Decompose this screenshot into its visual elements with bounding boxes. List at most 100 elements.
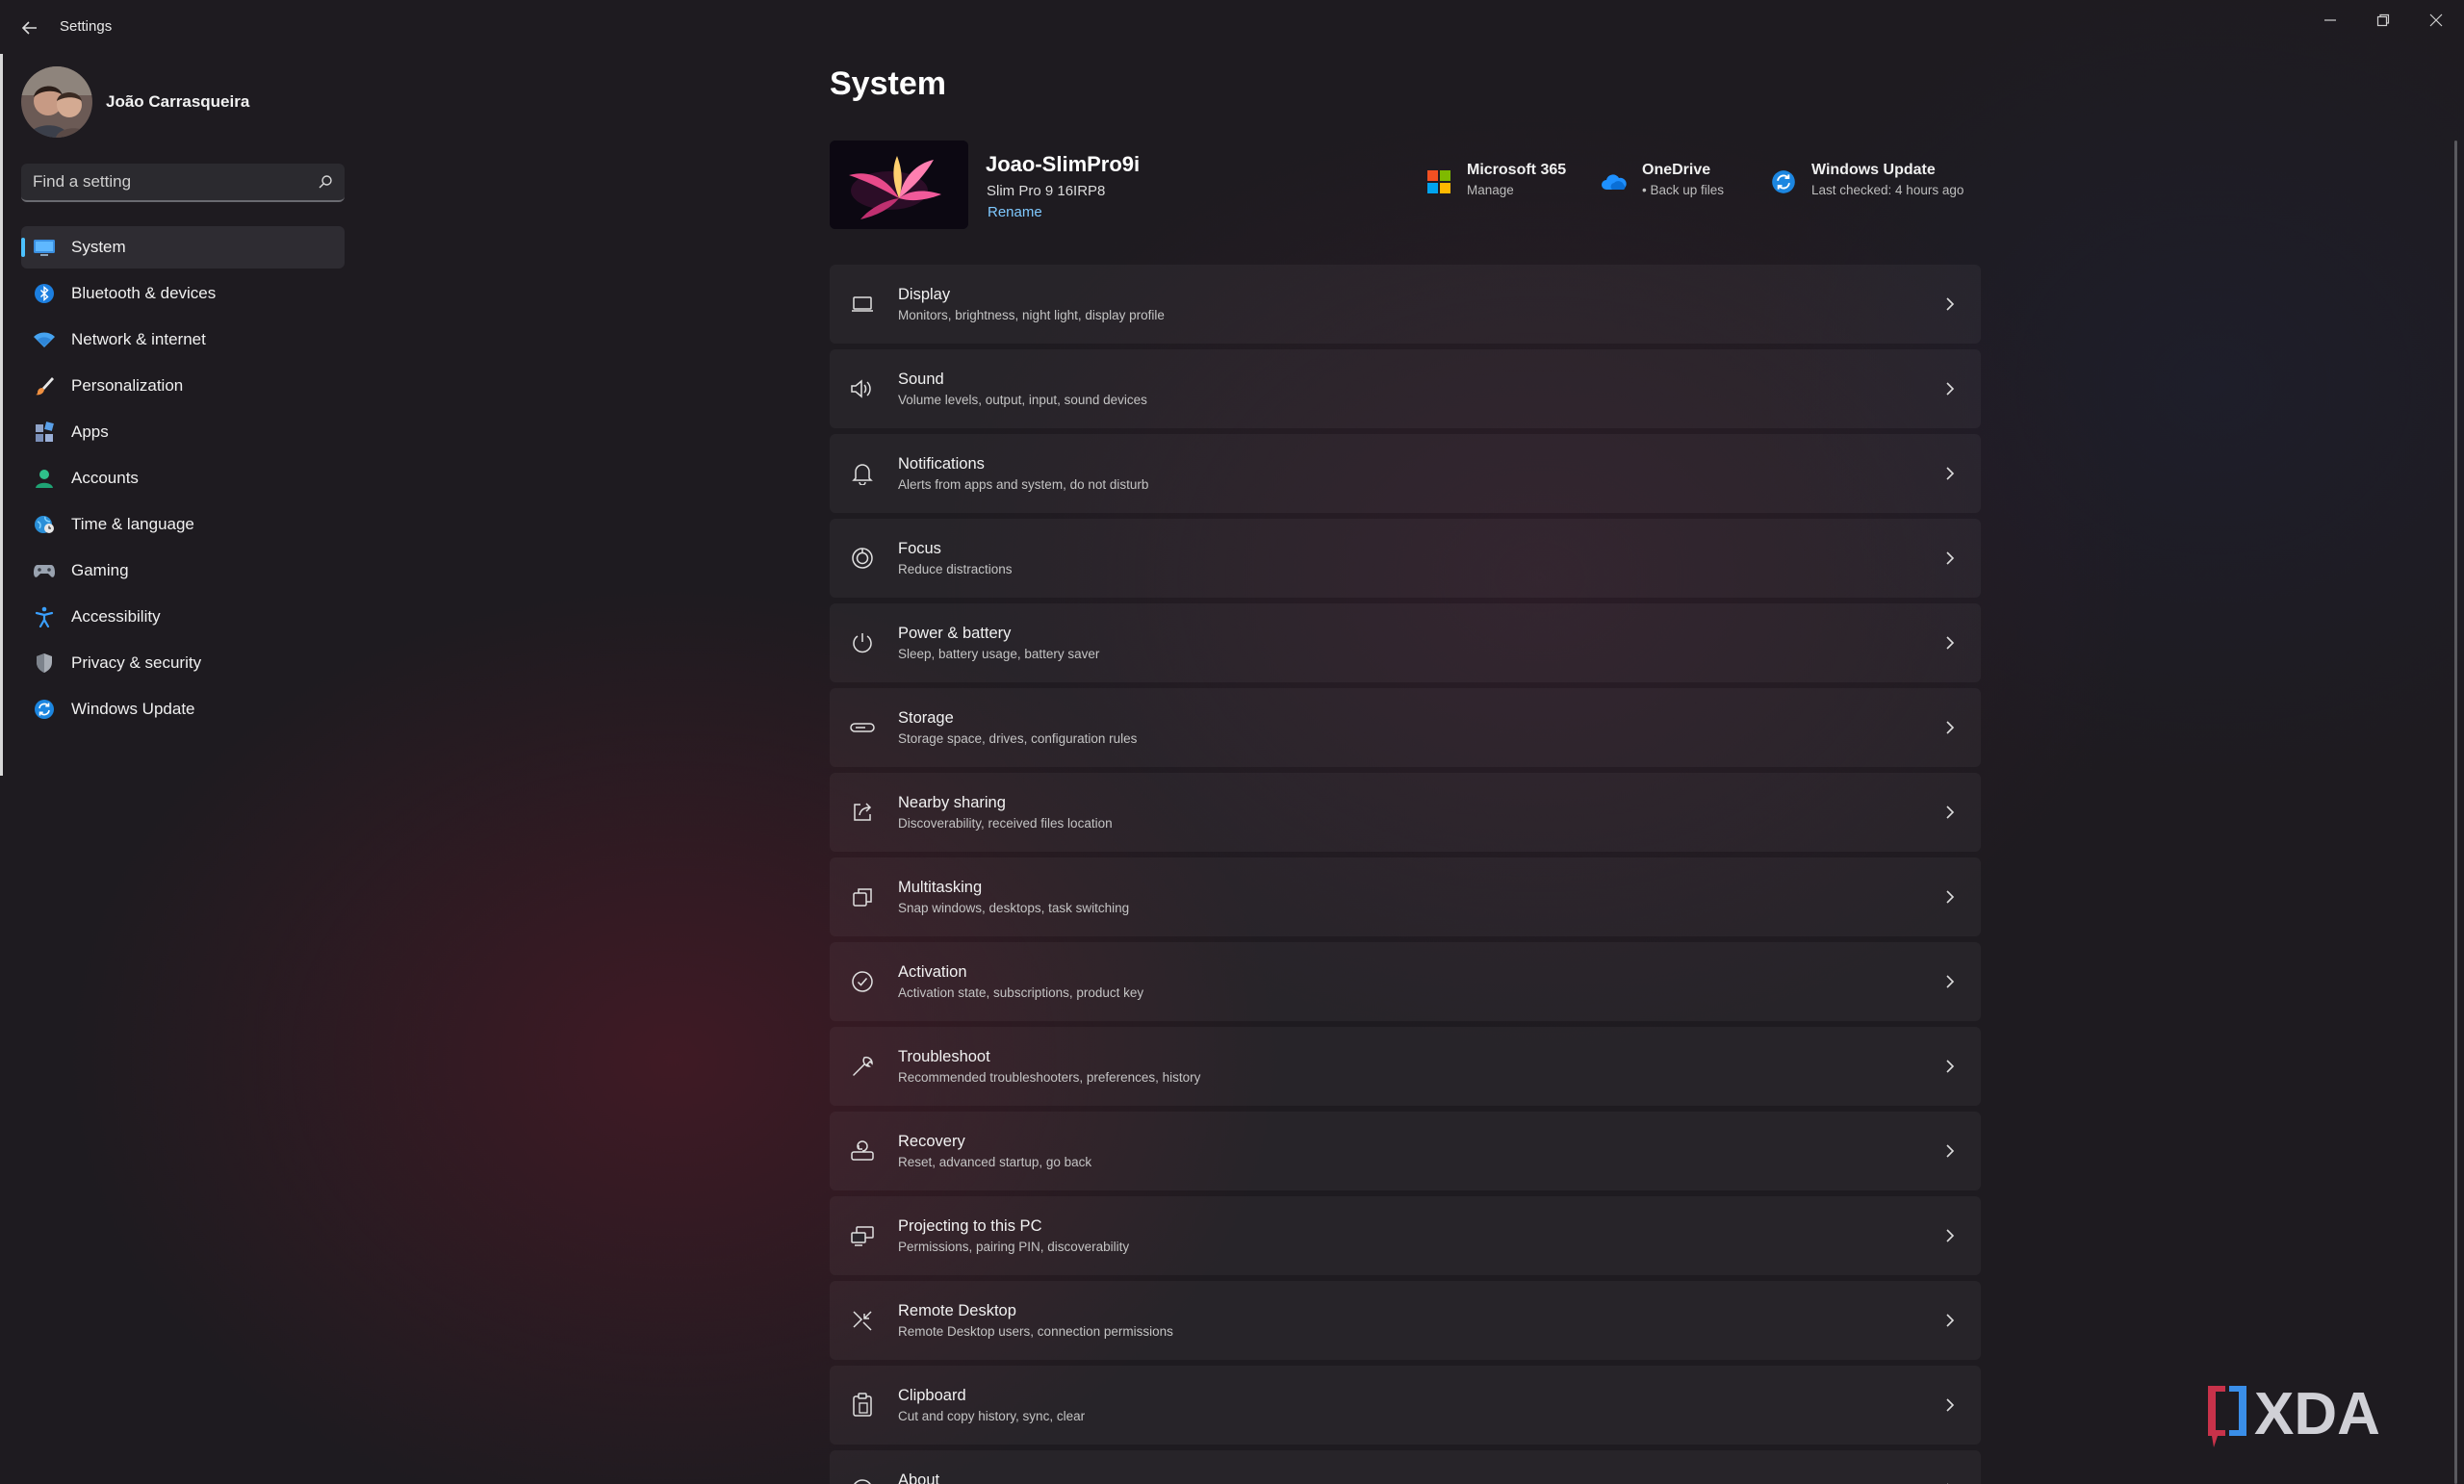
sidebar-item-label: Accessibility xyxy=(71,607,161,626)
row-title: Storage xyxy=(898,709,954,727)
settings-row-focus[interactable]: Focus Reduce distractions xyxy=(830,519,1981,598)
chevron-right-icon xyxy=(1940,1224,1960,1247)
back-button[interactable] xyxy=(13,12,46,44)
sidebar-item-bluetooth[interactable]: Bluetooth & devices xyxy=(21,272,345,315)
speaker-icon xyxy=(849,375,876,402)
onedrive-tile[interactable]: OneDrive • Back up files xyxy=(1600,162,1724,197)
chevron-right-icon xyxy=(1940,631,1960,654)
settings-row-troubleshoot[interactable]: Troubleshoot Recommended troubleshooters… xyxy=(830,1027,1981,1106)
settings-row-display[interactable]: Display Monitors, brightness, night ligh… xyxy=(830,265,1981,344)
settings-row-storage[interactable]: Storage Storage space, drives, configura… xyxy=(830,688,1981,767)
onedrive-icon xyxy=(1600,167,1629,196)
storage-icon xyxy=(849,714,876,741)
check-circle-icon xyxy=(849,968,876,995)
row-subtitle: Reset, advanced startup, go back xyxy=(898,1155,1092,1169)
chevron-right-icon xyxy=(1940,377,1960,400)
gamepad-icon xyxy=(33,559,56,582)
sidebar-item-apps[interactable]: Apps xyxy=(21,411,345,453)
sidebar-item-label: Gaming xyxy=(71,561,129,579)
settings-row-nearby-sharing[interactable]: Nearby sharing Discoverability, received… xyxy=(830,773,1981,852)
update-icon xyxy=(33,698,56,721)
settings-row-recovery[interactable]: Recovery Reset, advanced startup, go bac… xyxy=(830,1112,1981,1190)
windows-update-tile[interactable]: Windows Update Last checked: 4 hours ago xyxy=(1769,162,1964,197)
quick-title: OneDrive xyxy=(1642,162,1711,178)
sidebar-item-label: Privacy & security xyxy=(71,653,202,672)
sidebar-item-privacy[interactable]: Privacy & security xyxy=(21,642,345,684)
scrollbar[interactable] xyxy=(2454,141,2457,1484)
restore-button[interactable] xyxy=(2357,4,2409,37)
quick-title: Windows Update xyxy=(1811,162,1936,178)
quick-sub: Last checked: 4 hours ago xyxy=(1811,183,1964,197)
settings-row-about[interactable]: About xyxy=(830,1450,1981,1484)
minimize-button[interactable] xyxy=(2304,4,2356,37)
minimize-icon xyxy=(2324,19,2336,21)
apps-icon xyxy=(33,421,56,444)
sidebar-item-label: Apps xyxy=(71,422,109,441)
search-icon xyxy=(319,175,332,189)
quick-sub: Manage xyxy=(1467,183,1514,197)
device-info: Joao-SlimPro9i Slim Pro 9 16IRP8 Rename … xyxy=(830,141,1981,229)
quick-title: Microsoft 365 xyxy=(1467,162,1567,178)
sidebar-nav: System Bluetooth & devices Network & int… xyxy=(21,226,345,734)
shield-icon xyxy=(33,652,56,675)
settings-row-notifications[interactable]: Notifications Alerts from apps and syste… xyxy=(830,434,1981,513)
settings-row-projecting[interactable]: Projecting to this PC Permissions, pairi… xyxy=(830,1196,1981,1275)
row-subtitle: Sleep, battery usage, battery saver xyxy=(898,647,1100,661)
display-icon xyxy=(849,291,876,318)
restore-icon xyxy=(2376,13,2390,27)
update-icon xyxy=(1769,167,1798,196)
app-title: Settings xyxy=(60,18,113,35)
sidebar-item-gaming[interactable]: Gaming xyxy=(21,550,345,592)
row-subtitle: Reduce distractions xyxy=(898,562,1013,576)
settings-row-sound[interactable]: Sound Volume levels, output, input, soun… xyxy=(830,349,1981,428)
sidebar-item-system[interactable]: System xyxy=(21,226,345,269)
globe-clock-icon xyxy=(33,513,56,536)
monitor-icon xyxy=(33,236,56,259)
chevron-right-icon xyxy=(1940,547,1960,570)
sidebar-item-network[interactable]: Network & internet xyxy=(21,319,345,361)
chevron-right-icon xyxy=(1940,885,1960,908)
row-subtitle: Storage space, drives, configuration rul… xyxy=(898,731,1138,746)
row-subtitle: Recommended troubleshooters, preferences… xyxy=(898,1070,1201,1085)
chevron-right-icon xyxy=(1940,1309,1960,1332)
user-profile[interactable]: João Carrasqueira xyxy=(21,65,249,139)
remote-desktop-icon xyxy=(849,1307,876,1334)
settings-row-remote-desktop[interactable]: Remote Desktop Remote Desktop users, con… xyxy=(830,1281,1981,1360)
row-title: Remote Desktop xyxy=(898,1302,1016,1319)
title-bar: Settings xyxy=(0,0,2464,54)
chevron-right-icon xyxy=(1940,1394,1960,1417)
row-title: Notifications xyxy=(898,455,985,473)
rename-link[interactable]: Rename xyxy=(988,204,1042,220)
chevron-right-icon xyxy=(1940,1139,1960,1163)
chevron-right-icon xyxy=(1940,462,1960,485)
device-wallpaper-thumbnail xyxy=(830,141,968,229)
close-button[interactable] xyxy=(2410,4,2462,37)
search-box[interactable] xyxy=(21,164,345,202)
row-subtitle: Discoverability, received files location xyxy=(898,816,1113,831)
row-subtitle: Remote Desktop users, connection permiss… xyxy=(898,1324,1173,1339)
user-name: João Carrasqueira xyxy=(106,92,250,111)
recovery-icon xyxy=(849,1138,876,1164)
row-subtitle: Cut and copy history, sync, clear xyxy=(898,1409,1086,1423)
row-title: Multitasking xyxy=(898,879,983,896)
device-model: Slim Pro 9 16IRP8 xyxy=(987,183,1106,199)
settings-row-clipboard[interactable]: Clipboard Cut and copy history, sync, cl… xyxy=(830,1366,1981,1445)
settings-row-power-battery[interactable]: Power & battery Sleep, battery usage, ba… xyxy=(830,603,1981,682)
microsoft-365-tile[interactable]: Microsoft 365 Manage xyxy=(1424,162,1566,197)
sidebar-item-label: System xyxy=(71,238,126,256)
microsoft-logo-icon xyxy=(1424,167,1453,196)
settings-row-activation[interactable]: Activation Activation state, subscriptio… xyxy=(830,942,1981,1021)
device-name: Joao-SlimPro9i xyxy=(986,152,1141,176)
sidebar-item-personalization[interactable]: Personalization xyxy=(21,365,345,407)
sidebar-item-windows-update[interactable]: Windows Update xyxy=(21,688,345,730)
row-title: Display xyxy=(898,286,951,303)
sidebar-item-accounts[interactable]: Accounts xyxy=(21,457,345,499)
row-title: Nearby sharing xyxy=(898,794,1006,811)
sidebar-item-time-language[interactable]: Time & language xyxy=(21,503,345,546)
row-title: Power & battery xyxy=(898,625,1012,642)
settings-row-multitasking[interactable]: Multitasking Snap windows, desktops, tas… xyxy=(830,857,1981,936)
sidebar-item-accessibility[interactable]: Accessibility xyxy=(21,596,345,638)
person-icon xyxy=(33,467,56,490)
accessibility-icon xyxy=(33,605,56,628)
search-input[interactable] xyxy=(33,172,318,192)
